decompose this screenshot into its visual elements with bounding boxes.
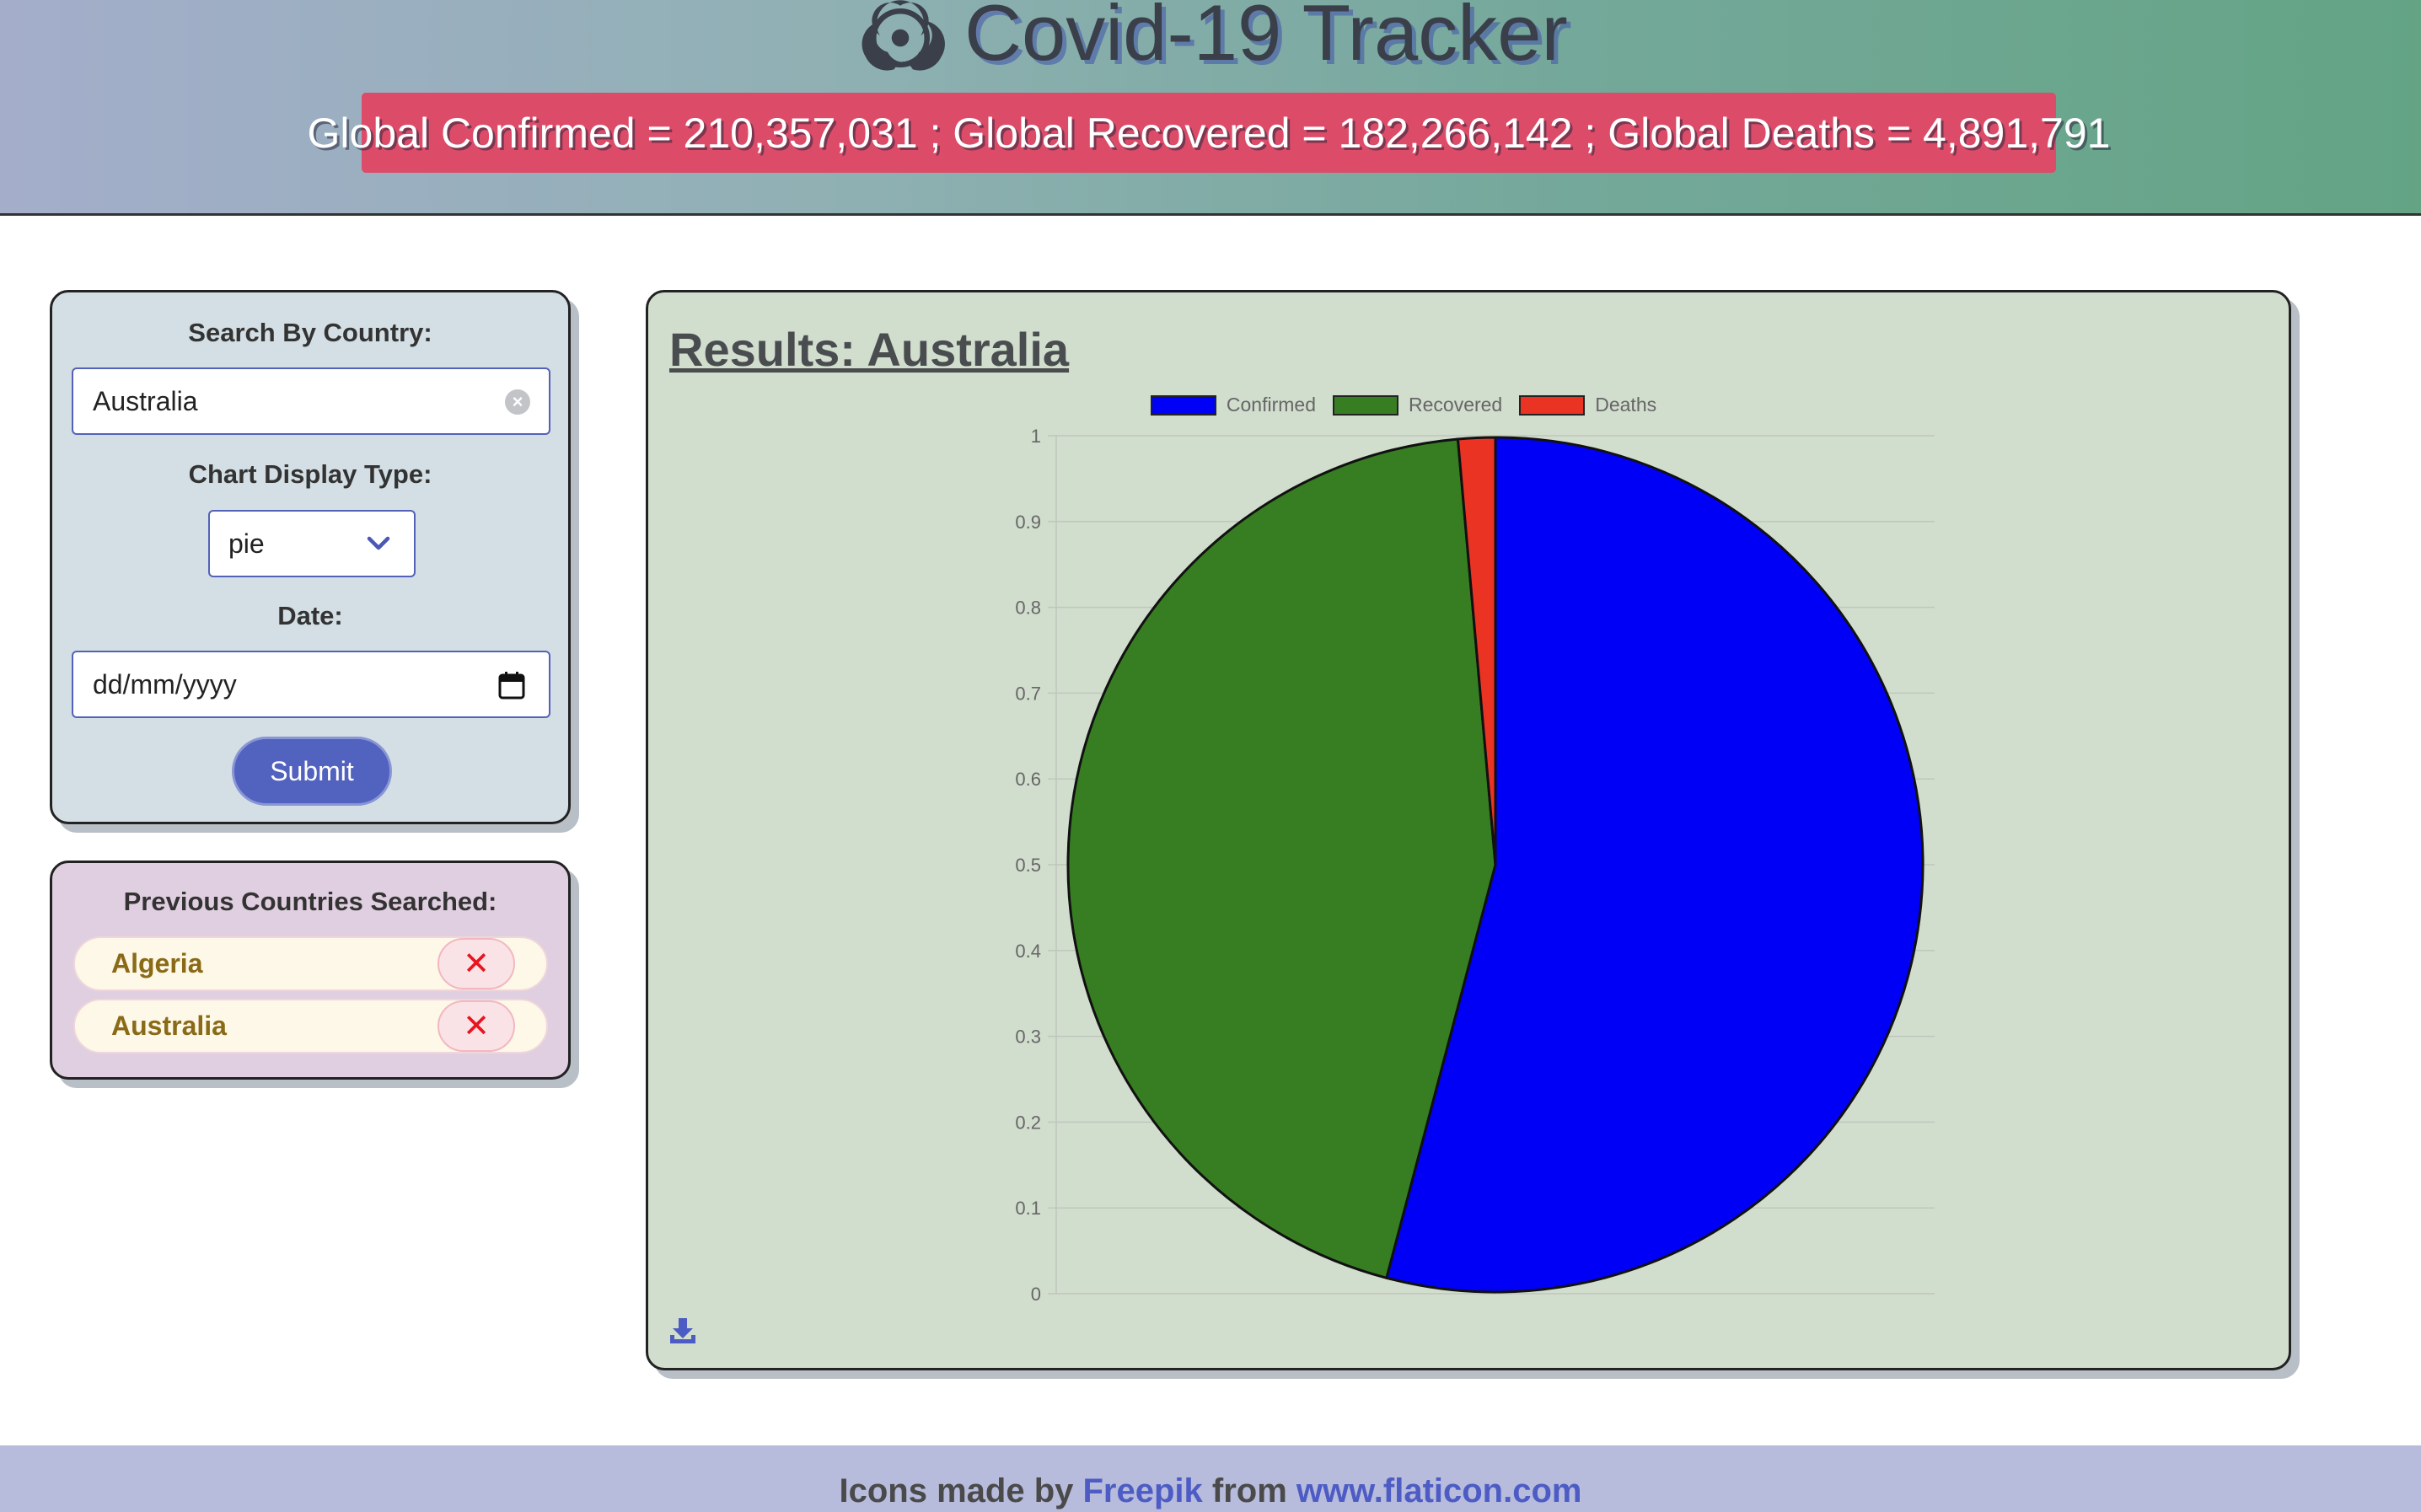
previous-search-name[interactable]: Australia: [111, 1000, 227, 1052]
y-tick-label: 0: [1031, 1284, 1041, 1305]
y-tick-label: 0.4: [1015, 941, 1041, 962]
submit-button[interactable]: Submit: [232, 737, 392, 806]
date-input[interactable]: dd/mm/yyyy: [72, 651, 550, 718]
date-label: Date:: [277, 601, 343, 630]
chart-type-value: pie: [228, 528, 265, 559]
y-tick-label: 0.8: [1015, 598, 1041, 619]
calendar-icon[interactable]: [498, 671, 525, 700]
remove-button[interactable]: ✕: [437, 938, 515, 989]
chart-type-select[interactable]: pie: [208, 510, 416, 577]
freepik-link[interactable]: Freepik: [1083, 1472, 1203, 1509]
previous-search-name[interactable]: Algeria: [111, 938, 202, 989]
y-tick-label: 0.6: [1015, 769, 1041, 790]
attribution: Icons made by Freepik from www.flaticon.…: [840, 1472, 1582, 1510]
pie-chart: 0 0.1 0.2 0.3 0.4 0.5 0.6 0.7 0.8 0.9 1: [1015, 426, 1935, 1305]
close-icon: ✕: [463, 946, 490, 982]
y-tick-label: 0.7: [1015, 683, 1041, 704]
date-placeholder: dd/mm/yyyy: [93, 668, 237, 700]
previous-searches-panel: Previous Countries Searched: Algeria ✕ A…: [50, 861, 571, 1080]
y-tick-label: 0.2: [1015, 1112, 1041, 1133]
download-icon[interactable]: [668, 1316, 697, 1345]
clear-icon[interactable]: ×: [505, 389, 530, 415]
y-tick-label: 0.9: [1015, 512, 1041, 533]
page-header: Covid-19 Tracker Global Confirmed = 210,…: [0, 0, 2421, 216]
app-title-text: Covid-19 Tracker: [964, 0, 1568, 77]
previous-searches-title: Previous Countries Searched:: [123, 887, 497, 916]
attribution-prefix: Icons made by: [839, 1472, 1083, 1509]
previous-search-item[interactable]: Australia ✕: [73, 999, 548, 1054]
y-tick-label: 0.1: [1015, 1198, 1041, 1219]
page-footer: Icons made by Freepik from www.flaticon.…: [0, 1445, 2421, 1512]
search-panel: Search By Country: Australia × Chart Dis…: [50, 290, 571, 824]
global-stats-banner: Global Confirmed = 210,357,031 ; Global …: [308, 93, 2110, 173]
chevron-down-icon: [367, 536, 390, 550]
biohazard-icon: [862, 0, 946, 71]
y-tick-label: 1: [1031, 426, 1041, 447]
previous-search-item[interactable]: Algeria ✕: [73, 936, 548, 991]
flaticon-link[interactable]: www.flaticon.com: [1296, 1472, 1582, 1509]
attribution-middle: from: [1202, 1472, 1296, 1509]
y-tick-label: 0.5: [1015, 855, 1041, 876]
y-tick-label: 0.3: [1015, 1027, 1041, 1048]
country-input-value: Australia: [93, 385, 198, 416]
chart-type-label: Chart Display Type:: [188, 459, 432, 489]
app-title: Covid-19 Tracker: [0, 0, 2421, 81]
remove-button[interactable]: ✕: [437, 1000, 515, 1052]
results-panel: Results: Australia Confirmed Recovered Dea…: [646, 290, 2291, 1370]
close-icon: ✕: [463, 1009, 490, 1044]
country-search-input[interactable]: Australia ×: [72, 367, 550, 435]
country-label: Search By Country:: [188, 318, 432, 347]
